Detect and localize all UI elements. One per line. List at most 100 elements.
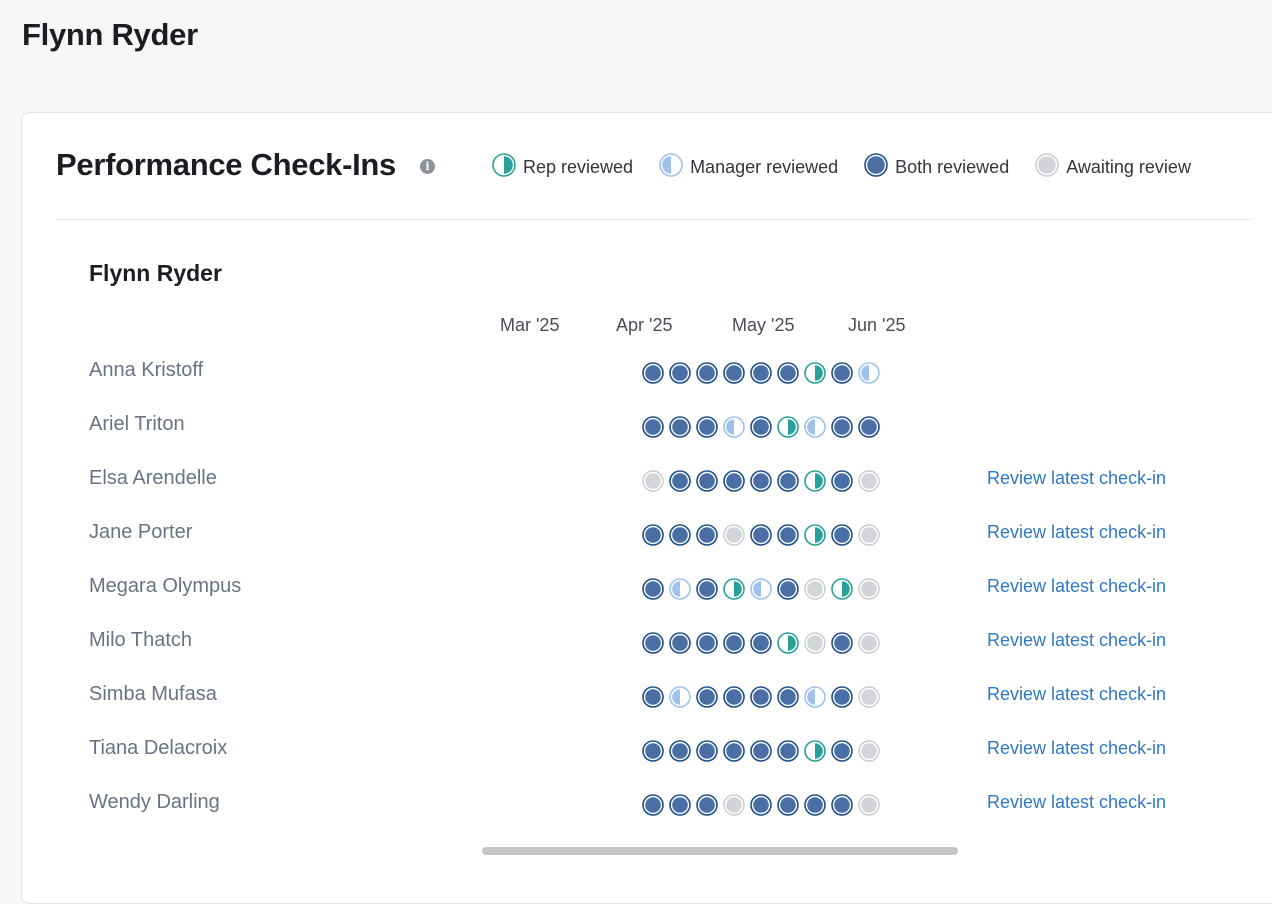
both-status-icon[interactable] [831, 524, 853, 546]
awaiting-status-icon[interactable] [858, 524, 880, 546]
awaiting-status-icon[interactable] [858, 794, 880, 816]
awaiting-status-icon[interactable] [858, 578, 880, 600]
manager-status-icon[interactable] [723, 416, 745, 438]
both-status-icon[interactable] [777, 362, 799, 384]
awaiting-status-icon[interactable] [642, 470, 664, 492]
awaiting-status-icon[interactable] [858, 686, 880, 708]
checkin-timeline [642, 470, 885, 492]
rep-status-icon[interactable] [777, 632, 799, 654]
review-latest-checkin-link[interactable]: Review latest check-in [987, 576, 1166, 597]
both-status-icon[interactable] [723, 686, 745, 708]
awaiting-status-icon[interactable] [723, 794, 745, 816]
awaiting-status-icon[interactable] [804, 632, 826, 654]
rep-status-icon [492, 153, 523, 182]
both-status-icon[interactable] [642, 794, 664, 816]
both-status-icon[interactable] [750, 794, 772, 816]
both-status-icon[interactable] [696, 470, 718, 492]
both-status-icon[interactable] [696, 794, 718, 816]
awaiting-status-icon[interactable] [858, 740, 880, 762]
rep-status-icon[interactable] [804, 524, 826, 546]
review-latest-checkin-link[interactable]: Review latest check-in [987, 630, 1166, 651]
horizontal-scrollbar[interactable] [482, 847, 958, 855]
both-status-icon[interactable] [831, 470, 853, 492]
both-status-icon[interactable] [831, 794, 853, 816]
both-status-icon[interactable] [642, 632, 664, 654]
both-status-icon[interactable] [669, 470, 691, 492]
manager-status-icon [659, 153, 690, 182]
rep-status-icon[interactable] [804, 740, 826, 762]
both-status-icon[interactable] [804, 794, 826, 816]
both-status-icon[interactable] [669, 416, 691, 438]
both-status-icon[interactable] [669, 524, 691, 546]
both-status-icon[interactable] [723, 740, 745, 762]
rep-status-icon[interactable] [831, 578, 853, 600]
report-name: Anna Kristoff [89, 359, 204, 381]
both-status-icon[interactable] [696, 632, 718, 654]
both-status-icon[interactable] [750, 686, 772, 708]
awaiting-status-icon[interactable] [804, 578, 826, 600]
both-status-icon[interactable] [750, 362, 772, 384]
both-status-icon[interactable] [669, 362, 691, 384]
both-status-icon[interactable] [750, 632, 772, 654]
review-latest-checkin-link[interactable]: Review latest check-in [987, 684, 1166, 705]
legend-label: Awaiting review [1066, 157, 1191, 177]
manager-status-icon[interactable] [669, 578, 691, 600]
month-label-may: May '25 [732, 315, 795, 335]
both-status-icon[interactable] [642, 362, 664, 384]
both-status-icon[interactable] [642, 740, 664, 762]
manager-status-icon[interactable] [858, 362, 880, 384]
rep-status-icon[interactable] [804, 362, 826, 384]
both-status-icon[interactable] [669, 794, 691, 816]
rep-status-icon[interactable] [777, 416, 799, 438]
review-latest-checkin-link[interactable]: Review latest check-in [987, 738, 1166, 759]
manager-status-icon[interactable] [750, 578, 772, 600]
manager-status-icon[interactable] [804, 416, 826, 438]
both-status-icon[interactable] [642, 524, 664, 546]
both-status-icon[interactable] [777, 470, 799, 492]
both-status-icon[interactable] [831, 632, 853, 654]
both-status-icon[interactable] [696, 524, 718, 546]
both-status-icon[interactable] [777, 740, 799, 762]
both-status-icon[interactable] [750, 470, 772, 492]
both-status-icon[interactable] [696, 416, 718, 438]
awaiting-status-icon[interactable] [858, 632, 880, 654]
both-status-icon[interactable] [696, 740, 718, 762]
both-status-icon[interactable] [750, 524, 772, 546]
both-status-icon[interactable] [777, 686, 799, 708]
review-latest-checkin-link[interactable]: Review latest check-in [987, 792, 1166, 813]
both-status-icon[interactable] [750, 740, 772, 762]
both-status-icon[interactable] [696, 578, 718, 600]
both-status-icon[interactable] [831, 740, 853, 762]
month-label-jun: Jun '25 [848, 315, 906, 335]
both-status-icon[interactable] [642, 686, 664, 708]
both-status-icon[interactable] [777, 578, 799, 600]
both-status-icon[interactable] [831, 416, 853, 438]
both-status-icon[interactable] [642, 578, 664, 600]
both-status-icon[interactable] [831, 686, 853, 708]
review-latest-checkin-link[interactable]: Review latest check-in [987, 522, 1166, 543]
both-status-icon[interactable] [723, 362, 745, 384]
rep-status-icon[interactable] [723, 578, 745, 600]
both-status-icon[interactable] [669, 632, 691, 654]
rep-status-icon[interactable] [804, 470, 826, 492]
both-status-icon[interactable] [723, 632, 745, 654]
both-status-icon[interactable] [669, 740, 691, 762]
both-status-icon[interactable] [723, 470, 745, 492]
legend: Rep reviewed Manager reviewed Both revie… [492, 153, 1217, 182]
both-status-icon[interactable] [831, 362, 853, 384]
month-label-mar: Mar '25 [500, 315, 560, 335]
awaiting-status-icon[interactable] [858, 470, 880, 492]
both-status-icon[interactable] [777, 794, 799, 816]
info-icon[interactable]: i [420, 159, 435, 174]
both-status-icon[interactable] [696, 686, 718, 708]
card-title: Performance Check-Ins [56, 147, 396, 182]
both-status-icon[interactable] [750, 416, 772, 438]
both-status-icon[interactable] [642, 416, 664, 438]
both-status-icon[interactable] [696, 362, 718, 384]
both-status-icon[interactable] [777, 524, 799, 546]
manager-status-icon[interactable] [804, 686, 826, 708]
awaiting-status-icon[interactable] [723, 524, 745, 546]
manager-status-icon[interactable] [669, 686, 691, 708]
review-latest-checkin-link[interactable]: Review latest check-in [987, 468, 1166, 489]
both-status-icon[interactable] [858, 416, 880, 438]
